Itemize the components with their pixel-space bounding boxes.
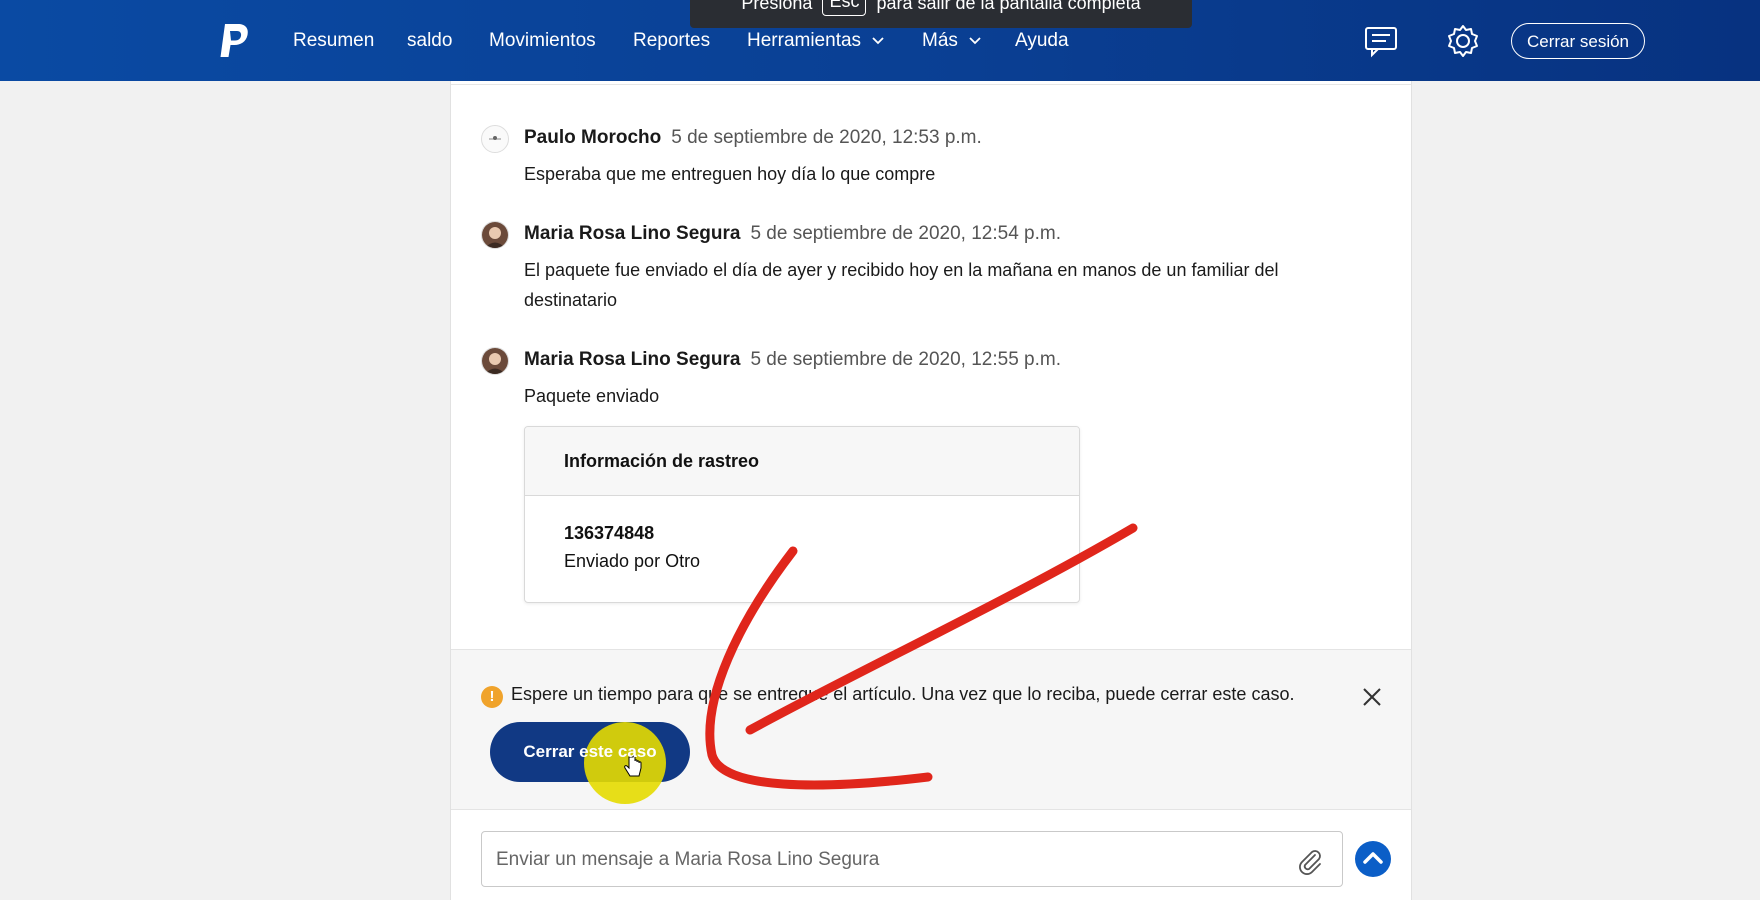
divider — [451, 84, 1411, 85]
chevron-down-icon — [969, 37, 981, 45]
nav-item-herramientas[interactable]: Herramientas — [747, 28, 884, 54]
tracking-info-title: Información de rastreo — [525, 427, 1079, 496]
message-composer: Enviar un mensaje a Maria Rosa Lino Segu… — [451, 809, 1411, 900]
gear-icon[interactable] — [1443, 21, 1483, 61]
esc-key-label: Esc — [822, 0, 867, 16]
sender-name: Paulo Morocho — [524, 127, 662, 148]
user-avatar-icon — [482, 348, 508, 374]
case-conversation-panel: Paulo Morocho 5 de septiembre de 2020, 12… — [450, 81, 1412, 900]
sender-name: Maria Rosa Lino Segura — [524, 223, 741, 244]
user-avatar-icon — [482, 222, 508, 248]
message-text: Esperaba que me entreguen hoy día lo que… — [524, 164, 936, 184]
message-text: El paquete fue enviado el día de ayer y … — [524, 260, 1279, 310]
message-input[interactable]: Enviar un mensaje a Maria Rosa Lino Segu… — [481, 831, 1343, 887]
chevron-down-icon — [872, 37, 884, 45]
nav-item-mas[interactable]: Más — [922, 28, 981, 54]
tracking-carrier: Enviado por Otro — [564, 551, 701, 571]
message-text: Paquete enviado — [524, 386, 660, 406]
message-timestamp: 5 de septiembre de 2020, 12:55 p.m. — [750, 349, 1061, 370]
info-warning-icon: ! — [481, 686, 503, 708]
messages-icon[interactable] — [1362, 21, 1402, 61]
message-sender: Paulo Morocho 5 de septiembre de 2020, 12… — [524, 127, 982, 149]
message-timestamp: 5 de septiembre de 2020, 12:54 p.m. — [750, 223, 1061, 244]
paperclip-icon[interactable] — [1296, 847, 1324, 875]
fullscreen-notice-prefix: Presiona — [741, 0, 813, 13]
send-button[interactable] — [1355, 841, 1391, 877]
fullscreen-notice-suffix: para salir de la pantalla completa — [876, 0, 1141, 13]
message-input-placeholder: Enviar un mensaje a Maria Rosa Lino Segu… — [496, 849, 880, 870]
nav-item-ayuda[interactable]: Ayuda — [1015, 28, 1069, 54]
chevron-up-icon — [1363, 852, 1383, 864]
nav-item-saldo[interactable]: saldo — [407, 28, 452, 54]
message-sender: Maria Rosa Lino Segura 5 de septiembre de… — [524, 223, 1061, 245]
message-sender: Maria Rosa Lino Segura 5 de septiembre de… — [524, 349, 1061, 371]
nav-item-reportes[interactable]: Reportes — [633, 28, 710, 54]
nav-item-resumen[interactable]: Resumen — [293, 28, 374, 54]
nav-item-herramientas-label: Herramientas — [747, 30, 862, 51]
nav-item-movimientos[interactable]: Movimientos — [489, 28, 596, 54]
banner-message: Espere un tiempo para que se entregue el… — [511, 684, 1295, 704]
nav-item-mas-label: Más — [922, 30, 958, 51]
case-info-banner: ! Espere un tiempo para que se entregue … — [451, 649, 1411, 809]
close-case-button[interactable]: Cerrar este caso — [490, 722, 690, 804]
sender-name: Maria Rosa Lino Segura — [524, 349, 741, 370]
close-case-button-label: Cerrar este caso — [523, 742, 657, 761]
tracking-info-card: Información de rastreo 136374848 Enviado… — [524, 426, 1080, 603]
close-icon[interactable] — [1361, 686, 1383, 708]
avatar — [481, 221, 509, 249]
logout-button[interactable]: Cerrar sesión — [1511, 23, 1645, 59]
fullscreen-exit-notice: Presiona Esc para salir de la pantalla com… — [690, 0, 1192, 28]
tracking-number: 136374848 — [564, 523, 655, 543]
paypal-logo[interactable] — [218, 22, 252, 60]
message-timestamp: 5 de septiembre de 2020, 12:53 p.m. — [671, 127, 982, 148]
avatar — [481, 125, 509, 153]
avatar — [481, 347, 509, 375]
user-avatar-icon — [489, 136, 501, 140]
